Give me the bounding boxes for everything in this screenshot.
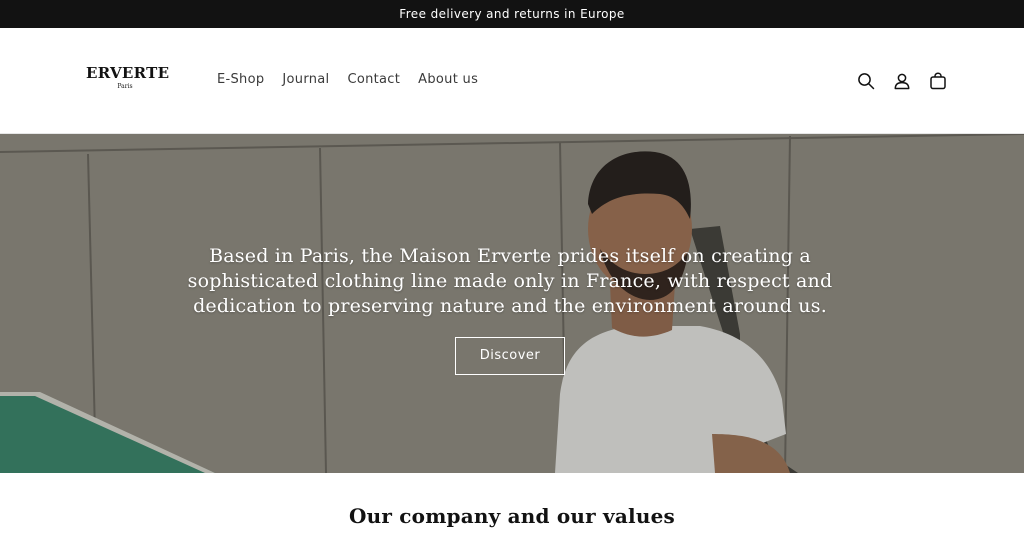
account-icon bbox=[894, 73, 910, 90]
nav-item-eshop[interactable]: E-Shop bbox=[208, 70, 273, 89]
discover-button[interactable]: Discover bbox=[455, 337, 565, 375]
nav-item-contact[interactable]: Contact bbox=[338, 70, 409, 89]
hero-text: Based in Paris, the Maison Erverte pride… bbox=[187, 245, 833, 317]
section-title: Our company and our values bbox=[349, 504, 675, 528]
logo[interactable]: ERVERTE Paris bbox=[86, 64, 170, 92]
cart-icon bbox=[930, 72, 946, 90]
logo-name: ERVERTE bbox=[86, 64, 170, 82]
nav-item-journal[interactable]: Journal bbox=[273, 70, 338, 89]
header-icons bbox=[848, 66, 956, 96]
search-icon bbox=[858, 73, 875, 90]
search-button[interactable] bbox=[848, 66, 884, 96]
announcement-text: Free delivery and returns in Europe bbox=[399, 7, 625, 21]
account-button[interactable] bbox=[884, 66, 920, 96]
nav-item-about-us[interactable]: About us bbox=[409, 70, 487, 89]
hero-banner: Based in Paris, the Maison Erverte pride… bbox=[0, 134, 1024, 473]
announcement-bar: Free delivery and returns in Europe bbox=[0, 0, 1024, 28]
main-nav: E-Shop Journal Contact About us bbox=[208, 70, 487, 89]
cart-button[interactable] bbox=[920, 66, 956, 96]
logo-subtitle: Paris bbox=[117, 83, 133, 90]
site-header: ERVERTE Paris E-Shop Journal Contact Abo… bbox=[0, 28, 1024, 134]
hero-content: Based in Paris, the Maison Erverte pride… bbox=[160, 244, 860, 375]
